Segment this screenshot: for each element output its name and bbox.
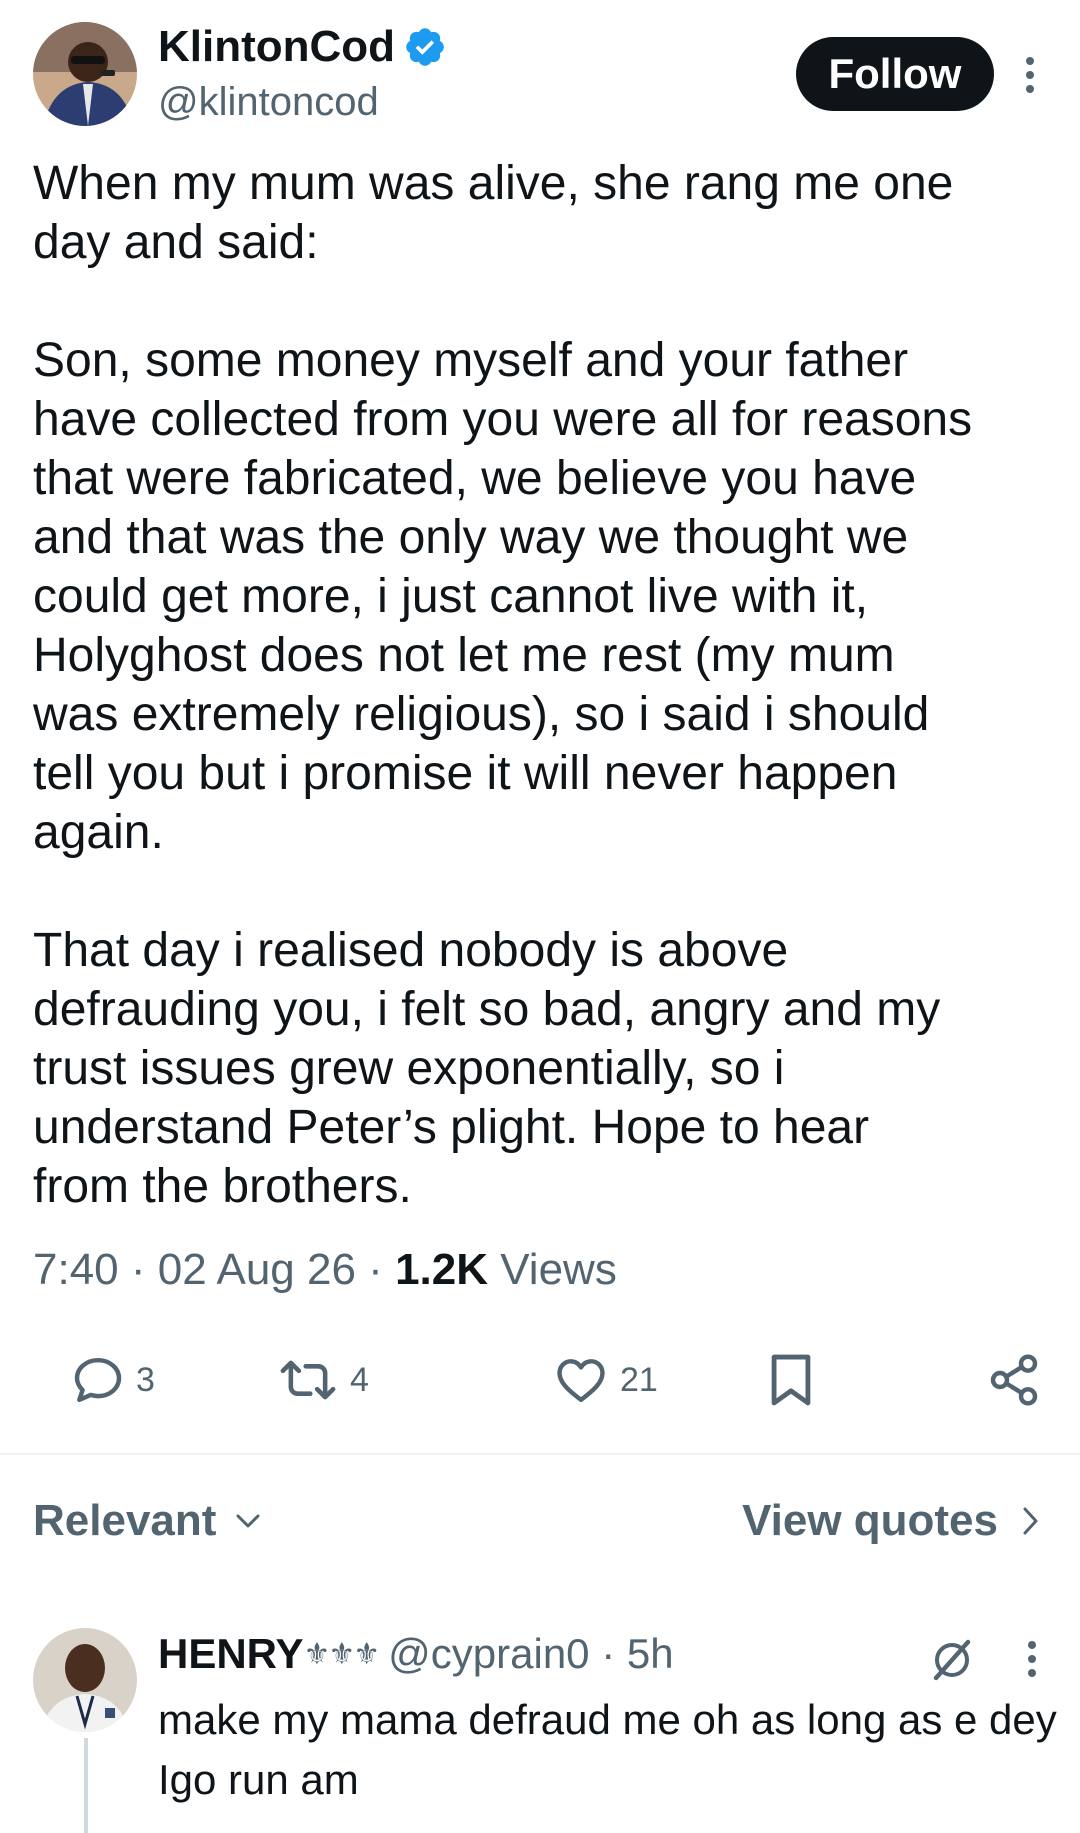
like-count: 21 xyxy=(620,1360,658,1399)
like-action[interactable]: 21 xyxy=(552,1350,658,1410)
reply-name-emoji: ⚜⚜⚜ xyxy=(303,1637,380,1671)
bookmark-action[interactable] xyxy=(766,1350,816,1410)
author-avatar[interactable] xyxy=(33,22,137,126)
author-display-name[interactable]: KlintonCod xyxy=(158,22,395,72)
reply-avatar[interactable] xyxy=(33,1628,137,1732)
repost-icon xyxy=(280,1360,336,1400)
verified-badge-icon xyxy=(406,28,444,66)
thread-line xyxy=(84,1738,88,1833)
reply-display-name[interactable]: HENRY xyxy=(158,1630,303,1678)
share-action[interactable] xyxy=(986,1350,1042,1410)
view-quotes-link[interactable]: View quotes xyxy=(742,1496,1040,1546)
repost-action[interactable]: 4 xyxy=(276,1350,369,1410)
repost-count: 4 xyxy=(350,1360,369,1399)
tweet-date: 02 Aug 26 xyxy=(157,1245,356,1294)
sort-replies-dropdown[interactable]: Relevant xyxy=(33,1496,262,1546)
more-options-icon[interactable] xyxy=(1010,50,1050,100)
reply-time: 5h xyxy=(626,1630,674,1677)
grok-icon[interactable] xyxy=(928,1636,976,1684)
views-label: Views xyxy=(500,1245,617,1294)
section-divider xyxy=(0,1453,1080,1455)
views-count[interactable]: 1.2K xyxy=(395,1245,488,1295)
bookmark-icon xyxy=(771,1354,811,1406)
reply-handle[interactable]: @cyprain0 xyxy=(388,1630,589,1678)
reply-count: 3 xyxy=(136,1360,155,1399)
chevron-down-icon xyxy=(236,1514,260,1528)
view-quotes-label: View quotes xyxy=(742,1496,998,1545)
author-handle[interactable]: @klintoncod xyxy=(158,80,379,125)
share-icon xyxy=(990,1354,1038,1406)
tweet-meta: 7:40 · 02 Aug 26 · 1.2K Views xyxy=(33,1245,617,1295)
follow-button[interactable]: Follow xyxy=(796,37,994,111)
reply-action[interactable]: 3 xyxy=(70,1350,155,1410)
tweet-time: 7:40 xyxy=(33,1245,119,1294)
reply-more-options-icon[interactable] xyxy=(1012,1634,1052,1684)
heart-icon xyxy=(557,1359,605,1403)
author-name-row: KlintonCod xyxy=(158,18,447,76)
reply-header: HENRY ⚜⚜⚜ @cyprain0 · 5h xyxy=(158,1630,674,1678)
tweet-text: When my mum was alive, she rang me one d… xyxy=(33,157,973,1213)
reply-icon xyxy=(74,1357,122,1403)
chevron-right-icon xyxy=(1023,1507,1038,1535)
sort-label: Relevant xyxy=(33,1496,217,1545)
reply-text: make my mama defraud me oh as long as e … xyxy=(158,1696,1057,1803)
